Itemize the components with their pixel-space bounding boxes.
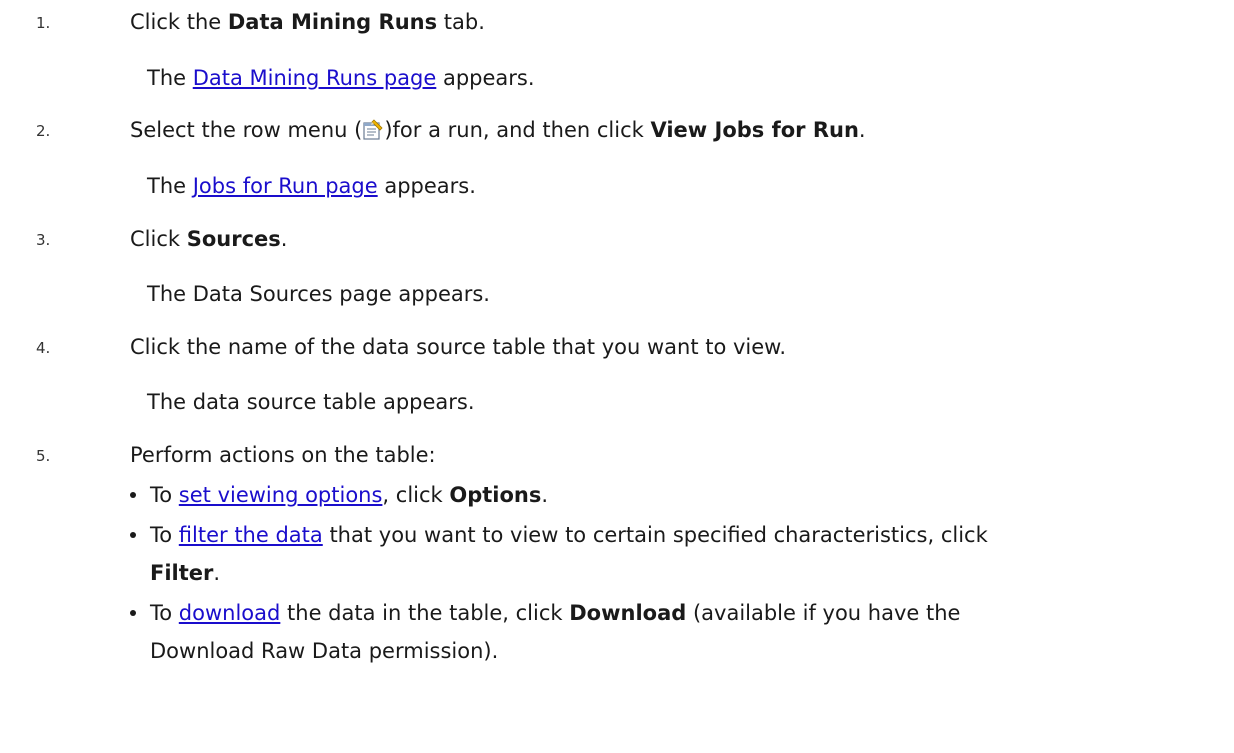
instruction-text: . <box>280 227 288 251</box>
list-text: . <box>213 561 221 585</box>
download-link[interactable]: download <box>179 601 281 625</box>
ui-term: Data Mining Runs <box>227 10 438 34</box>
ui-term: Filter <box>150 561 214 585</box>
step-number: 3. <box>36 231 51 249</box>
list-item-text: To filter the data that you want to view… <box>150 521 988 549</box>
step-result: The Data Mining Runs page appears. <box>147 64 535 92</box>
instruction-text: Click the <box>130 10 228 34</box>
list-item-text: To set viewing options, click Options. <box>150 481 548 509</box>
bullet <box>130 610 136 616</box>
step-number: 4. <box>36 339 51 357</box>
instruction-text: . <box>858 118 866 142</box>
step-result: The data source table appears. <box>147 390 475 414</box>
step-number: 1. <box>36 14 51 32</box>
row-menu-icon <box>363 119 383 140</box>
step-instruction: Click the Data Mining Runs tab. <box>130 8 485 36</box>
jobs-for-run-page-link[interactable]: Jobs for Run page <box>193 174 378 198</box>
bullet <box>130 532 136 538</box>
result-text: The <box>147 66 193 90</box>
list-text: . <box>541 483 549 507</box>
step-instruction: Select the row menu ( )for a run, and th… <box>130 116 866 144</box>
bullet <box>130 492 136 498</box>
ui-term: View Jobs for Run <box>650 118 859 142</box>
step-number: 5. <box>36 447 51 465</box>
step-result: The Jobs for Run page appears. <box>147 172 476 200</box>
list-item-text: Filter. <box>150 559 220 587</box>
step-instruction: Perform actions on the table: <box>130 443 436 467</box>
instruction-text: Click <box>130 227 187 251</box>
ui-term: Options <box>449 483 542 507</box>
list-text: that you want to view to certain specifi… <box>322 523 988 547</box>
list-text: To <box>150 523 179 547</box>
data-mining-runs-page-link[interactable]: Data Mining Runs page <box>193 66 437 90</box>
result-text: The <box>147 174 193 198</box>
list-text: (available if you have the <box>686 601 961 625</box>
list-text: the data in the table, click <box>280 601 570 625</box>
ui-term: Sources <box>186 227 281 251</box>
instruction-text: Select the row menu ( <box>130 118 363 142</box>
instruction-text: tab. <box>437 10 485 34</box>
step-result: The Data Sources page appears. <box>147 282 490 306</box>
list-item-text: To download the data in the table, click… <box>150 599 960 627</box>
result-text: appears. <box>436 66 535 90</box>
step-instruction: Click Sources. <box>130 225 287 253</box>
set-viewing-options-link[interactable]: set viewing options <box>179 483 383 507</box>
list-item-text: Download Raw Data permission). <box>150 639 499 663</box>
filter-the-data-link[interactable]: filter the data <box>179 523 323 547</box>
result-text: appears. <box>377 174 476 198</box>
ui-term: Download <box>569 601 687 625</box>
step-instruction: Click the name of the data source table … <box>130 335 787 359</box>
list-text: , click <box>382 483 450 507</box>
step-number: 2. <box>36 122 51 140</box>
instruction-text: )for a run, and then click <box>384 118 651 142</box>
list-text: To <box>150 601 179 625</box>
list-text: To <box>150 483 179 507</box>
